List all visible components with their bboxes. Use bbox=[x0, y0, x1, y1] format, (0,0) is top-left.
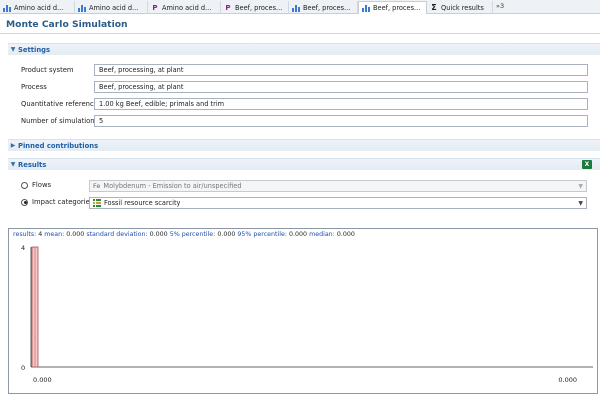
tab-amino-acid-2[interactable]: Amino acid d... bbox=[75, 1, 148, 14]
impact-categories-radio[interactable]: Impact categories bbox=[21, 198, 93, 206]
number-of-simulations-label: Number of simulations bbox=[21, 117, 99, 125]
tab-label: Amino acid d... bbox=[162, 3, 212, 12]
quantitative-reference-field[interactable]: 1.00 kg Beef, edible; primals and trim bbox=[94, 98, 588, 110]
results-section-header[interactable]: ▼ Results X bbox=[8, 158, 600, 170]
process-field[interactable]: Beef, processing, at plant bbox=[94, 81, 588, 93]
chevron-down-icon[interactable]: ▼ bbox=[8, 46, 18, 53]
product-system-label: Product system bbox=[21, 66, 74, 74]
process-bars-icon bbox=[78, 4, 86, 12]
tab-amino-acid-3[interactable]: P Amino acid d... bbox=[148, 1, 221, 14]
tab-beef-2[interactable]: Beef, proces... bbox=[289, 1, 358, 14]
tab-label: Beef, proces... bbox=[303, 3, 351, 12]
product-system-value: Beef, processing, at plant bbox=[99, 66, 184, 74]
tab-label: Amino acid d... bbox=[89, 3, 139, 12]
process-bars-icon bbox=[362, 5, 370, 12]
histogram-chart: results: 4 mean: 0.000 standard deviatio… bbox=[8, 228, 598, 394]
impact-category-select[interactable]: Fossil resource scarcity ▼ bbox=[89, 197, 587, 209]
chevron-right-icon[interactable]: ▶ bbox=[8, 142, 18, 149]
settings-section-header[interactable]: ▼ Settings bbox=[8, 43, 600, 55]
number-of-simulations-value: 5 bbox=[99, 117, 104, 125]
flows-select[interactable]: Fe Molybdenum - Emission to air/unspecif… bbox=[89, 180, 587, 192]
x-tick-label: 0.000 bbox=[558, 376, 577, 384]
tab-quick-results[interactable]: Σ Quick results bbox=[427, 1, 493, 14]
quantitative-reference-value: 1.00 kg Beef, edible; primals and trim bbox=[99, 100, 225, 108]
radio-button-selected[interactable] bbox=[21, 198, 28, 206]
process-value: Beef, processing, at plant bbox=[99, 83, 184, 91]
flow-fe-icon: Fe bbox=[93, 182, 101, 190]
chevron-down-icon[interactable]: ▼ bbox=[8, 161, 18, 168]
x-tick-label: 0.000 bbox=[33, 376, 52, 384]
impact-category-icon bbox=[93, 199, 101, 207]
tab-overflow-button[interactable]: »3 bbox=[496, 2, 504, 10]
y-tick-label: 0 bbox=[21, 364, 25, 372]
process-bars-icon bbox=[3, 4, 11, 12]
histogram-plot: 4 0 0.000 0.000 bbox=[21, 244, 593, 384]
process-bars-icon bbox=[292, 4, 300, 12]
chevron-down-icon[interactable]: ▼ bbox=[578, 200, 583, 207]
process-label: Process bbox=[21, 83, 47, 91]
section-title: Results bbox=[18, 160, 47, 169]
tab-label: Amino acid d... bbox=[14, 3, 64, 12]
radio-button[interactable] bbox=[21, 181, 28, 189]
section-title: Pinned contributions bbox=[18, 141, 99, 150]
tab-label: Quick results bbox=[441, 3, 484, 12]
impact-categories-label: Impact categories bbox=[32, 198, 94, 206]
flows-radio[interactable]: Flows bbox=[21, 181, 51, 189]
editor-tab-bar: Amino acid d... Amino acid d... P Amino … bbox=[0, 0, 600, 14]
excel-export-icon[interactable]: X bbox=[582, 160, 592, 169]
flows-value: Molybdenum - Emission to air/unspecified bbox=[103, 182, 242, 190]
title-divider bbox=[0, 33, 600, 34]
process-p-icon: P bbox=[152, 3, 158, 12]
section-title: Settings bbox=[18, 45, 51, 54]
tab-beef-3-active[interactable]: Beef, proces... ✕ bbox=[358, 1, 427, 14]
quantitative-reference-label: Quantitative reference bbox=[21, 100, 98, 108]
chevron-down-icon[interactable]: ▼ bbox=[578, 183, 583, 190]
impact-category-value: Fossil resource scarcity bbox=[104, 199, 181, 207]
tab-label: Beef, proces... bbox=[373, 4, 421, 12]
tab-beef-1[interactable]: P Beef, proces... bbox=[221, 1, 289, 14]
tab-label: Beef, proces... bbox=[235, 3, 283, 12]
number-of-simulations-input[interactable]: 5 bbox=[94, 115, 588, 127]
pinned-contributions-section-header[interactable]: ▶ Pinned contributions bbox=[8, 139, 600, 151]
product-system-field[interactable]: Beef, processing, at plant bbox=[94, 64, 588, 76]
flows-label: Flows bbox=[32, 181, 52, 189]
tab-amino-acid-1[interactable]: Amino acid d... bbox=[0, 1, 75, 14]
page-title: Monte Carlo Simulation bbox=[6, 19, 128, 30]
y-tick-label: 4 bbox=[21, 244, 25, 252]
sigma-icon: Σ bbox=[431, 2, 437, 12]
process-p-icon: P bbox=[225, 3, 231, 12]
